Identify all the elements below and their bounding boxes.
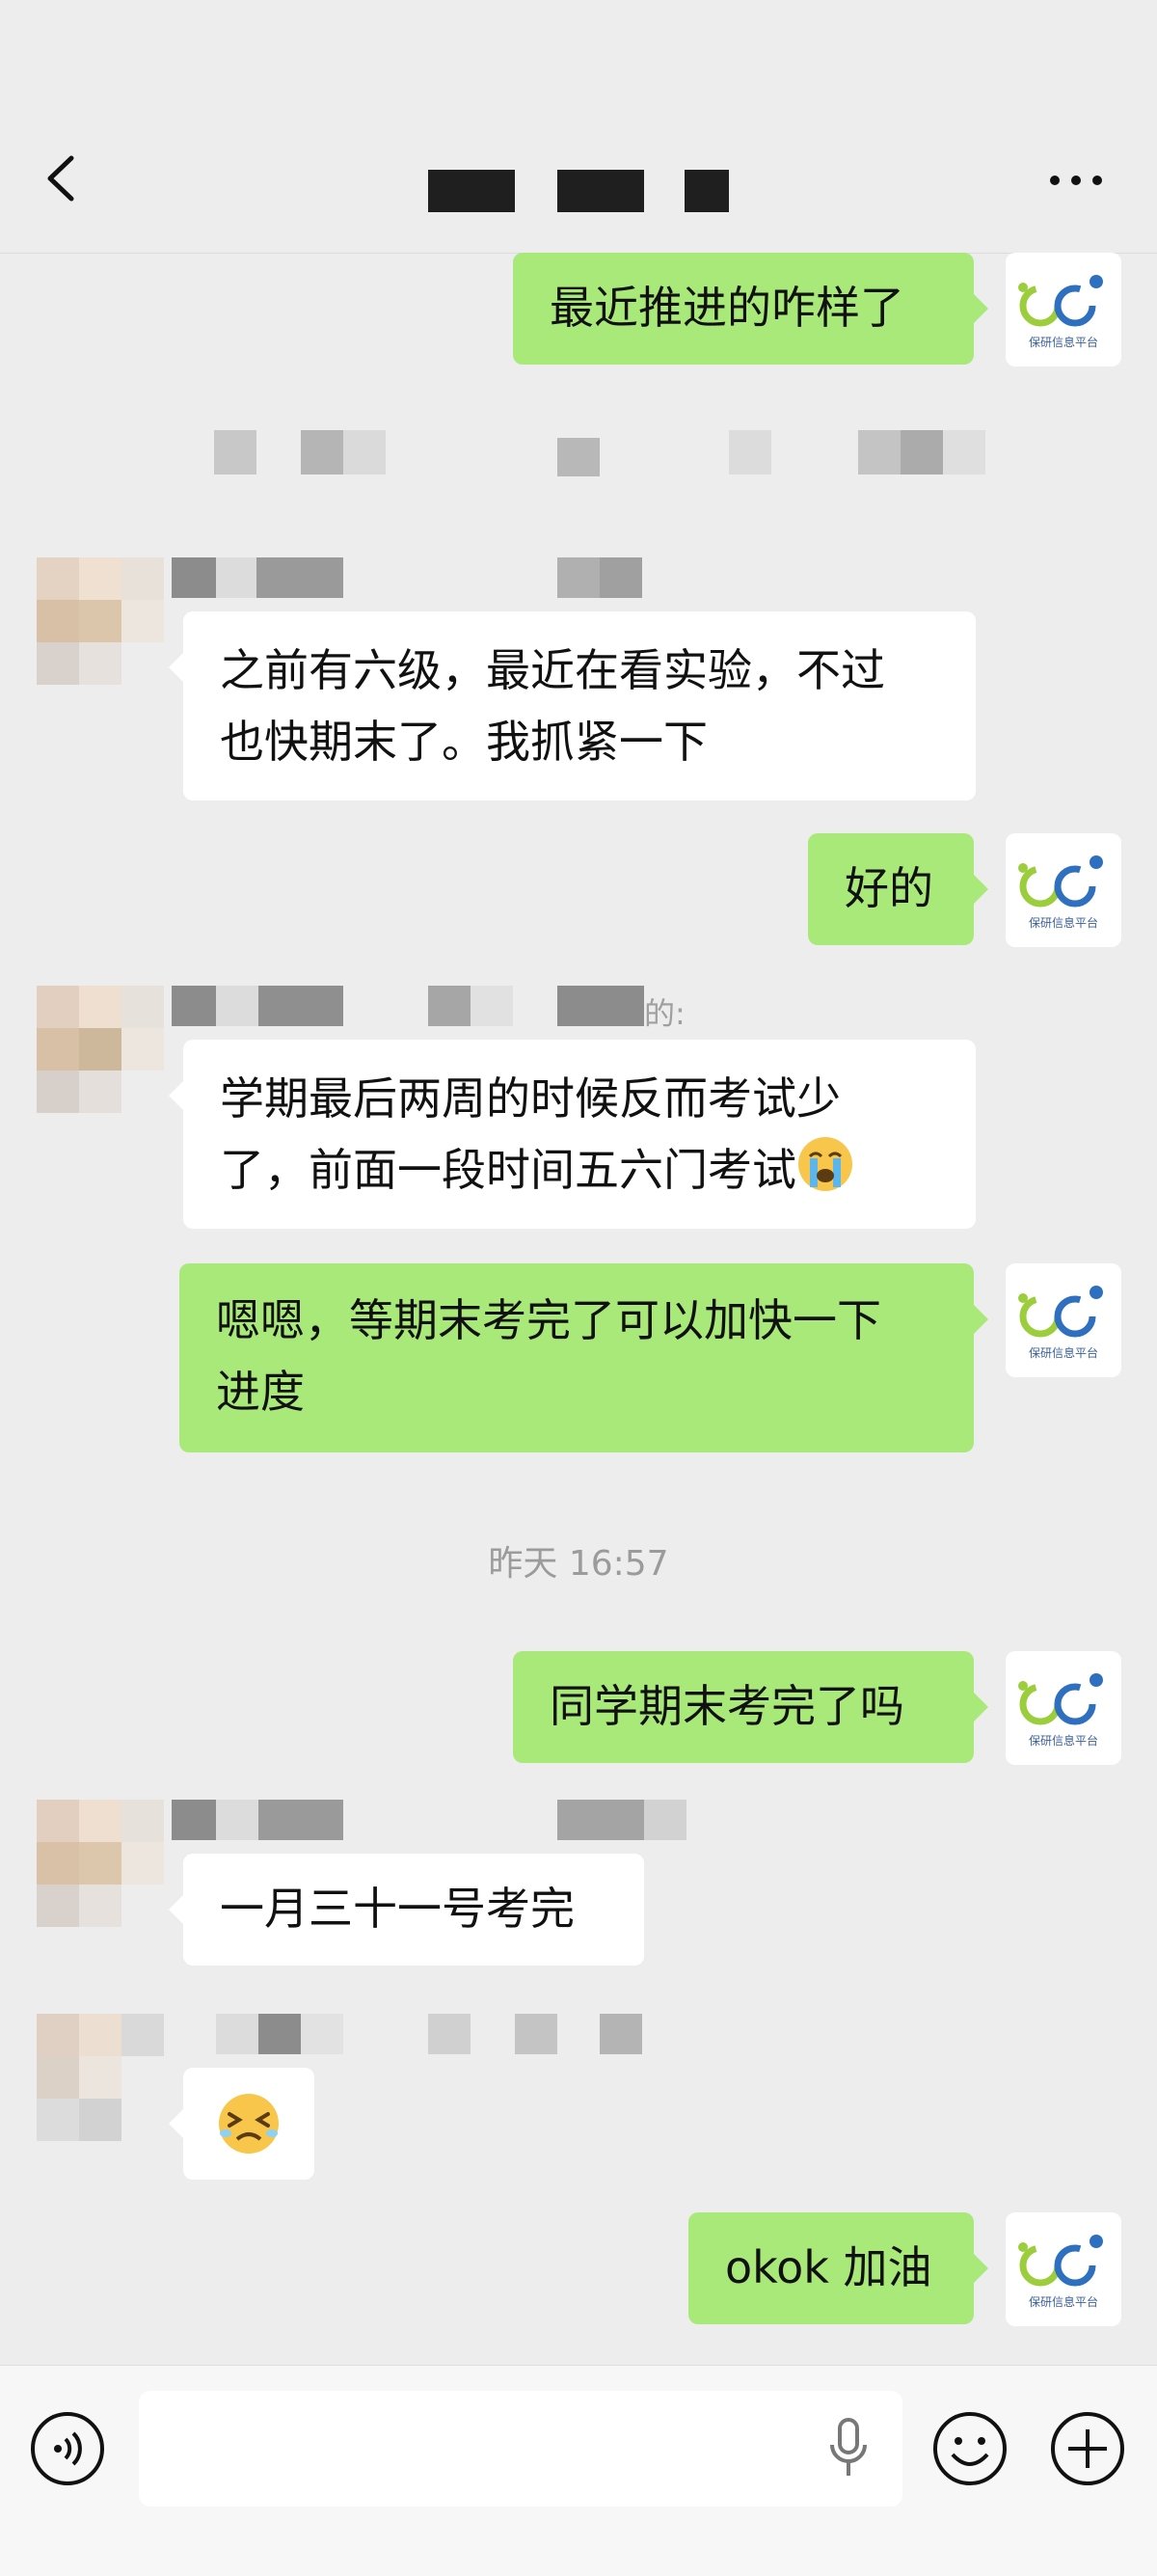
message-input[interactable]: [139, 2391, 902, 2507]
message-text: 也快期末了。我抓紧一下: [220, 716, 708, 768]
avatar-caption: 保研信息平台: [1028, 1734, 1098, 1748]
sender-name-redacted: 的:: [172, 986, 692, 1032]
microphone-icon: [830, 2418, 867, 2476]
sender-name-redacted: [172, 2014, 654, 2054]
message-text: 一月三十一号考完: [220, 1883, 575, 1935]
message-bubble-other[interactable]: 学期最后两周的时候反而考试少 了，前面一段时间五六门考试: [169, 1040, 976, 1229]
message-text: 学期最后两周的时候反而考试少: [220, 1072, 841, 1125]
message-text: 最近推进的咋样了: [550, 282, 904, 334]
message-bubble-self[interactable]: 最近推进的咋样了: [513, 253, 988, 365]
avatar-other[interactable]: [37, 1800, 172, 1935]
chevron-left-icon: [47, 155, 74, 202]
avatar-caption: 保研信息平台: [1028, 916, 1098, 930]
sender-name-redacted: [172, 1800, 692, 1840]
message-bubble-self[interactable]: okok 加油: [688, 2212, 988, 2324]
message-text: 之前有六级，最近在看实验，不过: [220, 644, 885, 696]
message-bubble-other[interactable]: [169, 2068, 314, 2180]
message-text: 了，前面一段时间五六门考试: [220, 1144, 796, 1196]
plus-button[interactable]: [1049, 2410, 1126, 2487]
message-text: 好的: [845, 862, 933, 914]
chat-header: [0, 0, 1157, 254]
input-bar: [0, 2365, 1157, 2576]
emoji-icon: [933, 2412, 1007, 2485]
more-horizontal-icon: [1050, 176, 1102, 185]
avatar-self[interactable]: 保研信息平台: [1006, 253, 1121, 366]
emoji-button[interactable]: [931, 2410, 1009, 2487]
avatar-other[interactable]: [37, 986, 172, 1121]
message-bubble-self[interactable]: 同学期末考完了吗: [513, 1651, 988, 1763]
timestamp: 昨天 16:57: [488, 1544, 669, 1584]
avatar-self[interactable]: 保研信息平台: [1006, 2212, 1121, 2326]
avatar-caption: 保研信息平台: [1028, 2295, 1098, 2309]
avatar-other[interactable]: [37, 2014, 172, 2149]
microphone-button[interactable]: [824, 2414, 873, 2483]
message-bubble-other[interactable]: 之前有六级，最近在看实验，不过 也快期末了。我抓紧一下: [169, 611, 976, 800]
partial-text: 的:: [644, 995, 686, 1032]
message-bubble-self[interactable]: 好的: [808, 833, 988, 945]
more-button[interactable]: [1047, 166, 1105, 195]
sender-name-redacted: [172, 557, 644, 598]
message-text: okok 加油: [725, 2241, 932, 2293]
voice-mode-button[interactable]: [29, 2410, 106, 2487]
avatar-other[interactable]: [37, 557, 172, 692]
message-bubble-other[interactable]: 一月三十一号考完: [169, 1854, 644, 1966]
avatar-self[interactable]: 保研信息平台: [1006, 1651, 1121, 1765]
avatar-self[interactable]: 保研信息平台: [1006, 833, 1121, 947]
redacted-area: [214, 430, 985, 476]
loudly-crying-face-icon: [798, 1137, 852, 1191]
back-button[interactable]: [39, 145, 87, 212]
avatar-caption: 保研信息平台: [1028, 336, 1098, 349]
chat-title-redacted: [685, 170, 729, 212]
plus-circle-icon: [1051, 2412, 1124, 2485]
message-list[interactable]: 最近推进的咋样了 保研信息平台 之前有六级，最近在看实验，不过 也快期末了。我抓…: [0, 253, 1157, 2365]
message-text: 嗯嗯，等期末考完了可以加快一下: [216, 1294, 881, 1346]
chat-title-redacted: [557, 170, 644, 212]
avatar-caption: 保研信息平台: [1028, 1346, 1098, 1360]
avatar-self[interactable]: 保研信息平台: [1006, 1263, 1121, 1377]
message-bubble-self[interactable]: 嗯嗯，等期末考完了可以加快一下 进度: [179, 1263, 988, 1452]
persevering-face-icon: [219, 2094, 279, 2154]
message-text: 进度: [216, 1366, 305, 1418]
voice-mode-icon: [31, 2412, 104, 2485]
message-text: 同学期末考完了吗: [550, 1680, 904, 1732]
chat-title-redacted: [428, 170, 515, 212]
message-text-with-emoji: 了，前面一段时间五六门考试: [220, 1134, 976, 1206]
